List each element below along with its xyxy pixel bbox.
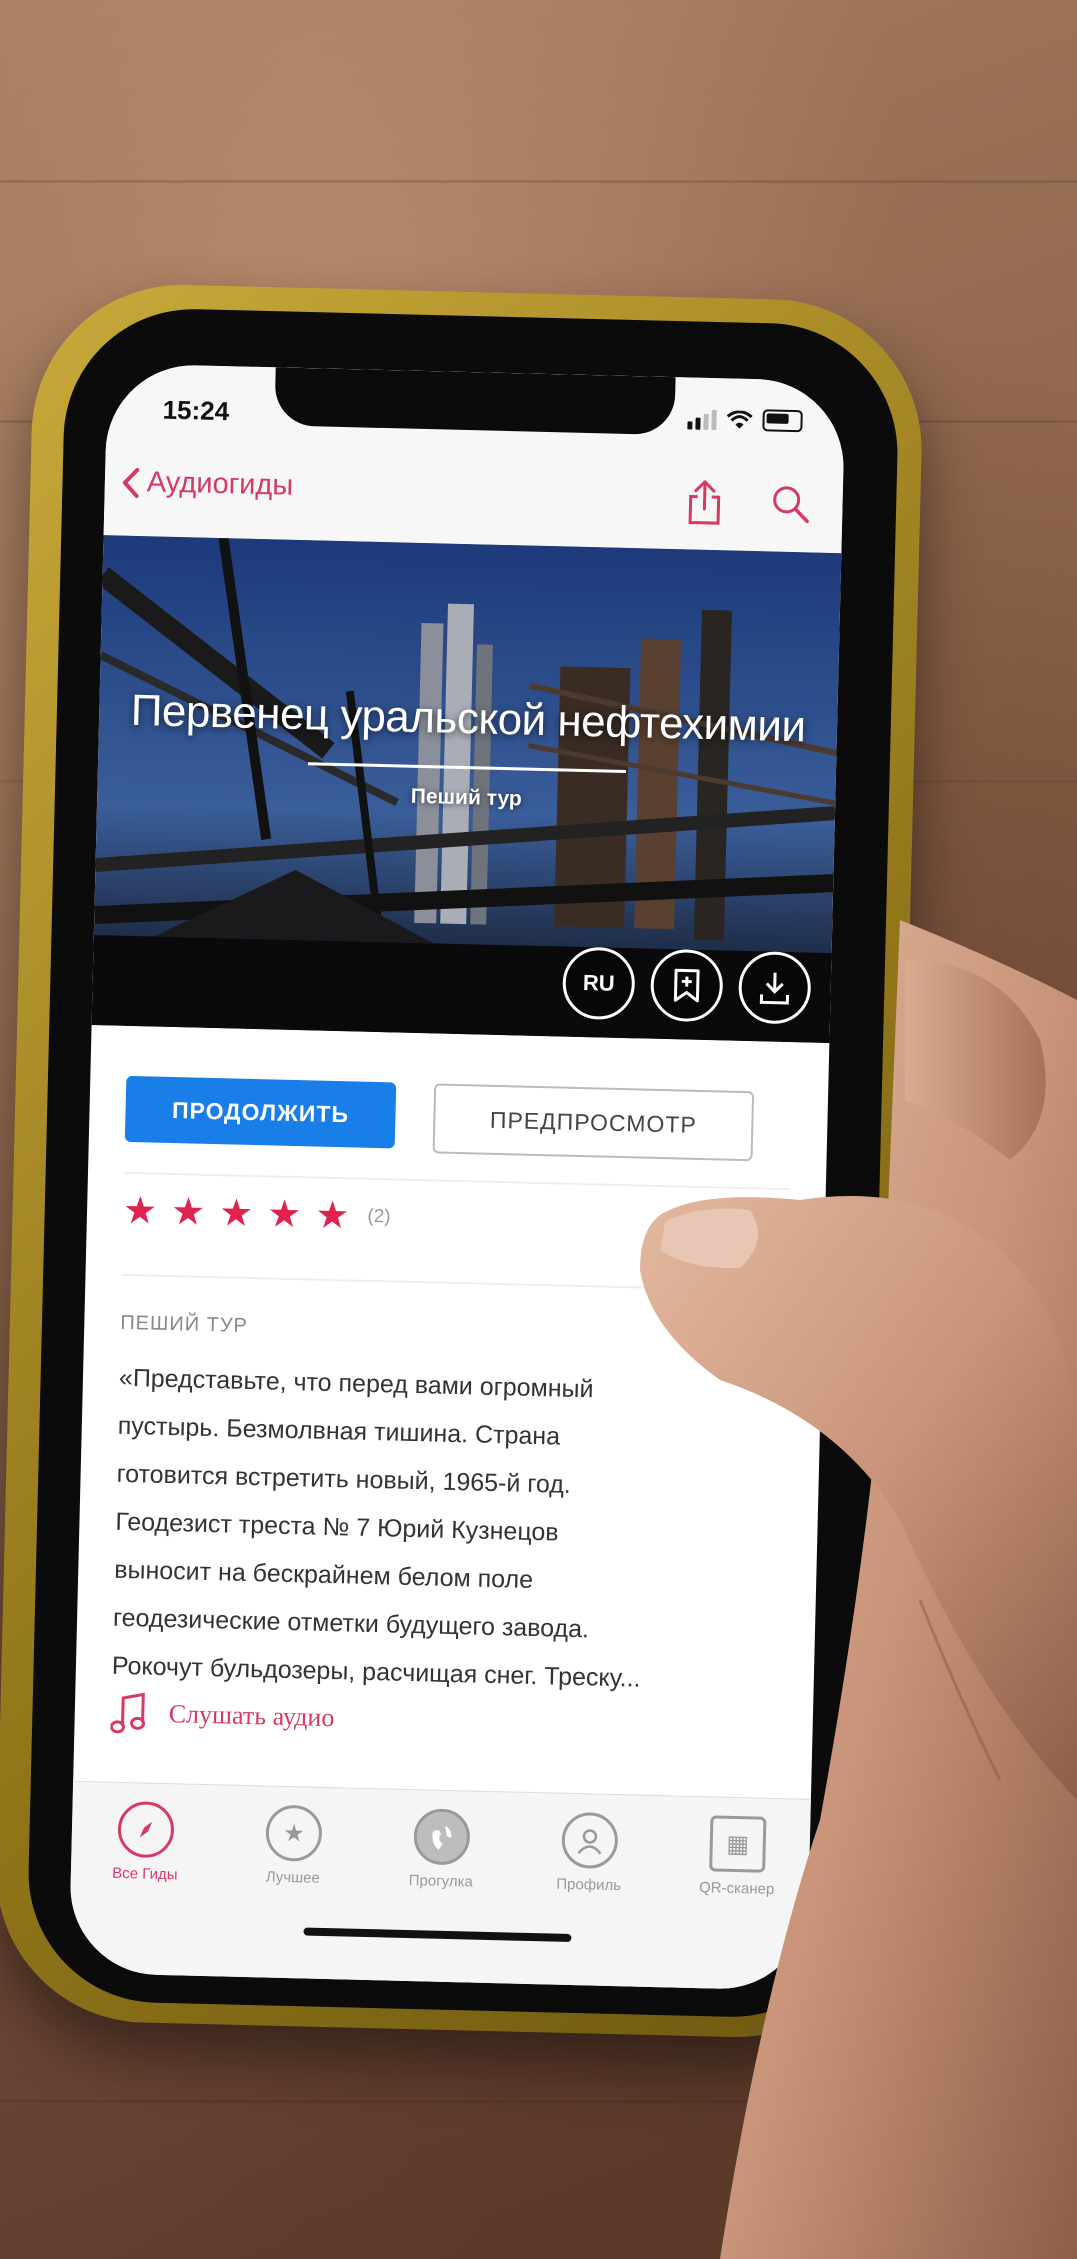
home-indicator — [303, 1927, 572, 1943]
status-time: 15:24 — [162, 394, 230, 427]
divider — [121, 1273, 788, 1293]
download-button[interactable] — [737, 950, 812, 1025]
tab-label: QR-сканер — [698, 1879, 775, 1898]
back-label: Аудиогиды — [146, 466, 294, 502]
star-icon: ★ — [314, 1194, 350, 1238]
tab-label: Профиль — [556, 1875, 622, 1895]
listen-audio-label: Слушать аудио — [168, 1699, 335, 1733]
tab-all-guides[interactable]: Все Гиды — [85, 1800, 207, 1884]
rating-count: (2) — [367, 1205, 391, 1228]
signal-icon — [687, 409, 717, 431]
back-button[interactable]: Аудиогиды — [120, 466, 294, 503]
share-icon — [688, 480, 721, 525]
tab-profile[interactable]: Профиль — [529, 1811, 651, 1895]
rating[interactable]: ★ ★ ★ ★ ★ (2) — [122, 1189, 391, 1238]
phone-screen: 15:24 Аудиогиды Первенец уральской нефте… — [68, 363, 846, 1991]
tab-label: Прогулка — [408, 1872, 474, 1891]
qr-icon: ▦ — [709, 1815, 767, 1873]
bookmark-button[interactable] — [649, 948, 724, 1023]
search-icon — [773, 486, 809, 524]
status-icons — [687, 407, 803, 433]
wifi-icon — [726, 410, 753, 429]
star-icon: ★ — [122, 1189, 158, 1233]
continue-button[interactable]: ПРОДОЛЖИТЬ — [124, 1075, 397, 1149]
preview-button[interactable]: ПРЕДПРОСМОТР — [432, 1083, 755, 1162]
language-button[interactable]: RU — [561, 946, 636, 1021]
divider — [123, 1171, 790, 1191]
language-label: RU — [582, 970, 615, 996]
battery-icon — [762, 409, 803, 433]
compass-icon — [117, 1800, 175, 1859]
search-button[interactable] — [768, 477, 813, 530]
notch — [274, 367, 676, 436]
download-icon — [759, 972, 790, 1005]
tab-label: Лучшее — [265, 1868, 321, 1887]
tab-qr-scanner[interactable]: ▦ QR-сканер — [677, 1815, 799, 1899]
profile-icon — [561, 1811, 619, 1870]
tab-walk[interactable]: Прогулка — [381, 1807, 503, 1891]
share-button[interactable] — [682, 475, 727, 528]
tab-bar: Все Гиды ★ Лучшее Прогулка Профиль ▦ QR-… — [68, 1780, 811, 1991]
star-icon: ★ — [265, 1804, 323, 1862]
star-icon: ★ — [170, 1191, 206, 1234]
tour-description[interactable]: «Представьте, что перед вами огромный пу… — [111, 1354, 787, 1706]
music-note-icon — [110, 1692, 146, 1734]
tab-best[interactable]: ★ Лучшее — [233, 1804, 355, 1888]
bookmark-icon — [673, 968, 700, 1003]
globe-icon — [413, 1808, 471, 1866]
hero-banner: Первенец уральской нефтехимии Пеший тур … — [91, 535, 842, 1044]
star-icon: ★ — [218, 1192, 254, 1236]
chevron-left-icon — [122, 467, 140, 498]
section-label: ПЕШИЙ ТУР — [120, 1311, 249, 1337]
listen-audio-button[interactable]: Слушать аудио — [110, 1692, 335, 1739]
tab-label: Все Гиды — [112, 1864, 178, 1884]
star-icon: ★ — [266, 1193, 302, 1237]
